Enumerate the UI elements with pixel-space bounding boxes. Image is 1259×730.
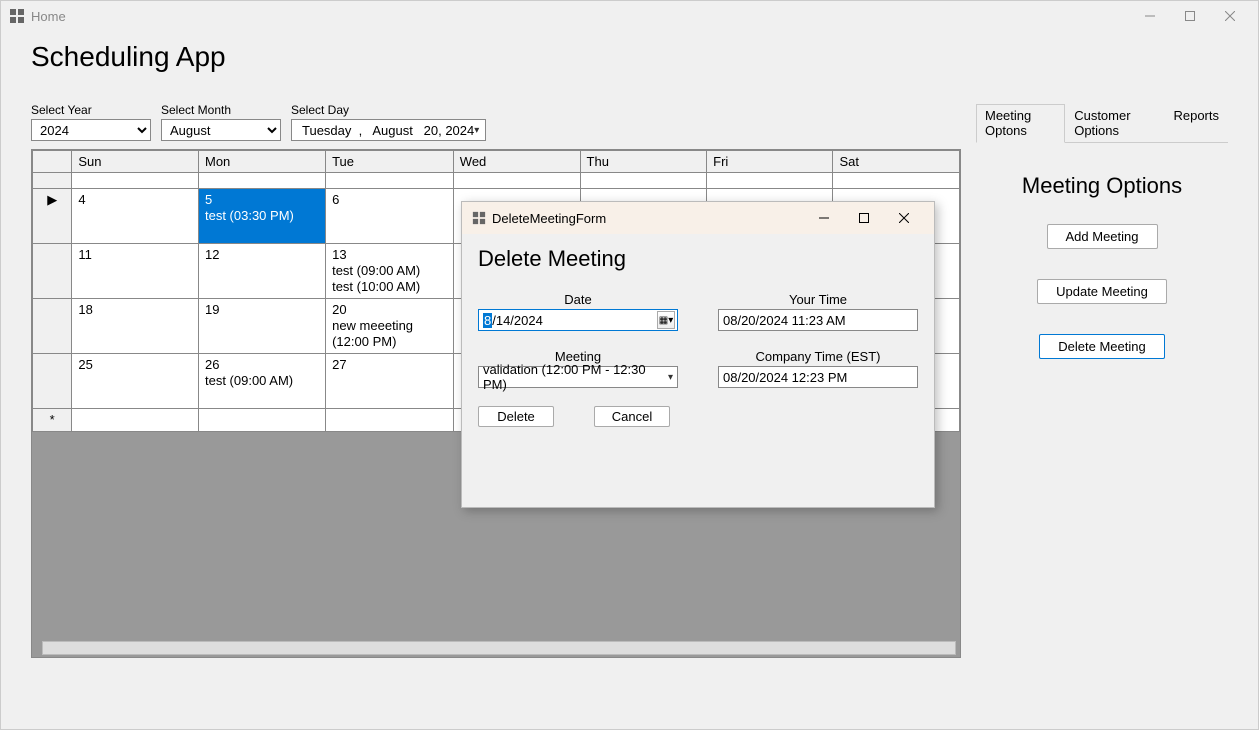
row-marker <box>33 244 72 299</box>
maximize-icon <box>859 213 869 223</box>
calendar-cell[interactable] <box>72 409 199 432</box>
month-select[interactable]: August <box>161 119 281 141</box>
year-label: Select Year <box>31 103 151 117</box>
day-header: Thu <box>580 151 707 173</box>
calendar-cell[interactable] <box>326 409 454 432</box>
calendar-cell[interactable] <box>198 409 325 432</box>
day-header: Tue <box>326 151 454 173</box>
company-time-input[interactable] <box>718 366 918 388</box>
horizontal-scrollbar[interactable] <box>42 641 956 655</box>
delete-meeting-dialog: DeleteMeetingForm Delete Meeting Date <box>461 201 935 508</box>
main-window: Home Scheduling App Select Year 2024 <box>0 0 1259 730</box>
day-picker[interactable]: Tuesday , August 20, 2024 ▾ <box>291 119 486 141</box>
calendar-cell[interactable] <box>453 173 580 189</box>
dialog-app-icon <box>472 211 486 225</box>
calendar-cell[interactable]: 6 <box>326 189 454 244</box>
calendar-dropdown-icon[interactable]: ▦▾ <box>657 311 675 329</box>
calendar-cell[interactable] <box>833 173 960 189</box>
calendar-cell[interactable]: 25 <box>72 354 199 409</box>
calendar-cell[interactable] <box>326 173 454 189</box>
calendar-cell[interactable]: 27 <box>326 354 454 409</box>
calendar-cell[interactable] <box>580 173 707 189</box>
chevron-down-icon: ▾ <box>668 372 673 383</box>
calendar-cell[interactable]: 19 <box>198 299 325 354</box>
tab-reports[interactable]: Reports <box>1164 104 1228 143</box>
add-meeting-button[interactable]: Add Meeting <box>1047 224 1158 249</box>
date-label: Date <box>478 292 678 307</box>
calendar-cell[interactable]: 5test (03:30 PM) <box>198 189 325 244</box>
delete-meeting-button[interactable]: Delete Meeting <box>1039 334 1164 359</box>
update-meeting-button[interactable]: Update Meeting <box>1037 279 1167 304</box>
day-label: Select Day <box>291 103 486 117</box>
minimize-button[interactable] <box>1130 1 1170 31</box>
panel-title: Meeting Options <box>986 173 1218 199</box>
row-marker <box>33 173 72 189</box>
close-icon <box>1225 11 1235 21</box>
close-button[interactable] <box>1210 1 1250 31</box>
dialog-cancel-button[interactable]: Cancel <box>594 406 670 427</box>
row-marker <box>33 299 72 354</box>
row-marker <box>33 354 72 409</box>
page-title: Scheduling App <box>31 41 1228 73</box>
dialog-title: DeleteMeetingForm <box>492 211 606 226</box>
meeting-select[interactable]: validation (12:00 PM - 12:30 PM) ▾ <box>478 366 678 388</box>
your-time-input[interactable] <box>718 309 918 331</box>
row-header-col <box>33 151 72 173</box>
minimize-icon <box>1145 11 1155 21</box>
day-header: Sat <box>833 151 960 173</box>
calendar-cell[interactable]: 26test (09:00 AM) <box>198 354 325 409</box>
date-value: 8/14/2024 <box>479 313 543 328</box>
meeting-options-pane: Meeting Options Add Meeting Update Meeti… <box>976 143 1228 409</box>
minimize-icon <box>819 213 829 223</box>
company-time-label: Company Time (EST) <box>718 349 918 364</box>
chevron-down-icon: ▾ <box>474 125 479 136</box>
dialog-delete-button[interactable]: Delete <box>478 406 554 427</box>
main-titlebar: Home <box>1 1 1258 31</box>
meeting-select-value: validation (12:00 PM - 12:30 PM) <box>483 362 668 392</box>
date-input[interactable]: 8/14/2024 ▦▾ <box>478 309 678 331</box>
maximize-icon <box>1185 11 1195 21</box>
dialog-titlebar: DeleteMeetingForm <box>462 202 934 234</box>
month-label: Select Month <box>161 103 281 117</box>
day-picker-value: Tuesday , August 20, 2024 <box>302 123 474 138</box>
calendar-cell[interactable]: 18 <box>72 299 199 354</box>
tab-meeting-optons[interactable]: Meeting Optons <box>976 104 1065 143</box>
calendar-cell[interactable] <box>198 173 325 189</box>
app-icon <box>9 8 25 24</box>
year-select[interactable]: 2024 <box>31 119 151 141</box>
calendar-cell[interactable] <box>707 173 833 189</box>
close-icon <box>899 213 909 223</box>
day-header: Wed <box>453 151 580 173</box>
day-header: Mon <box>198 151 325 173</box>
tab-customer-options[interactable]: Customer Options <box>1065 104 1164 143</box>
calendar-cell[interactable]: 12 <box>198 244 325 299</box>
dialog-heading: Delete Meeting <box>478 246 918 272</box>
dialog-maximize-button[interactable] <box>844 203 884 233</box>
day-header: Fri <box>707 151 833 173</box>
row-marker: * <box>33 409 72 432</box>
calendar-cell[interactable]: 4 <box>72 189 199 244</box>
calendar-cell[interactable]: 11 <box>72 244 199 299</box>
calendar-cell[interactable]: 13test (09:00 AM)test (10:00 AM) <box>326 244 454 299</box>
dialog-close-button[interactable] <box>884 203 924 233</box>
day-header: Sun <box>72 151 199 173</box>
calendar-cell[interactable] <box>72 173 199 189</box>
calendar-cell[interactable]: 20new meeeting (12:00 PM) <box>326 299 454 354</box>
window-title: Home <box>31 9 66 24</box>
your-time-label: Your Time <box>718 292 918 307</box>
row-marker: ▶ <box>33 189 72 244</box>
maximize-button[interactable] <box>1170 1 1210 31</box>
dialog-minimize-button[interactable] <box>804 203 844 233</box>
